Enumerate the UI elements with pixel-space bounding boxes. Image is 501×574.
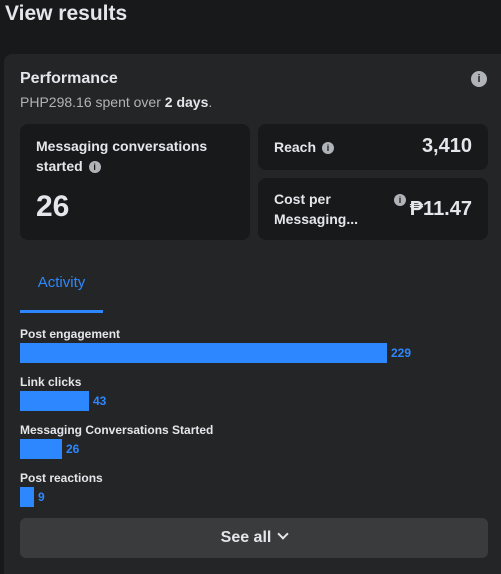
reach-card-value: 3,410	[421, 135, 472, 157]
activity-value: 26	[66, 442, 80, 456]
spent-amount: PHP298.16	[20, 94, 92, 110]
activity-value: 229	[391, 346, 412, 360]
info-icon[interactable]: i	[394, 194, 406, 206]
cost-card-label-line2: Messaging...	[274, 211, 359, 227]
reach-card-label: Reach i	[274, 137, 335, 157]
messaging-card-label-text: Messaging conversations started	[36, 138, 208, 174]
spend-summary: PHP298.16 spent over 2 days.	[20, 94, 212, 110]
page-title: View results	[5, 2, 128, 25]
reach-card-label-text: Reach	[274, 139, 317, 155]
performance-title: Performance	[20, 70, 118, 87]
activity-bar	[20, 487, 34, 507]
activity-label: Post engagement	[20, 327, 121, 341]
messaging-card-value: 26	[36, 190, 70, 223]
activity-label: Link clicks	[20, 375, 82, 389]
cost-card-label: Cost per Messaging...	[274, 189, 358, 229]
info-icon[interactable]: i	[471, 71, 487, 87]
spent-end-text: .	[208, 94, 213, 110]
reach-card: Reach i 3,410	[258, 124, 488, 170]
messaging-conversations-card: Messaging conversations started i 26	[20, 124, 250, 240]
activity-bar	[20, 391, 89, 411]
messaging-card-label: Messaging conversations started i	[36, 136, 236, 176]
performance-panel: Performance i PHP298.16 spent over 2 day…	[4, 54, 501, 574]
activity-value: 43	[93, 394, 107, 408]
activity-bar	[20, 343, 387, 363]
activity-label: Post reactions	[20, 471, 103, 485]
info-icon[interactable]: i	[322, 142, 335, 154]
cost-per-messaging-card: Cost per Messaging... i ₱11.47	[258, 178, 488, 240]
tab-activity[interactable]: Activity	[20, 259, 103, 313]
activity-value: 9	[38, 490, 45, 504]
cost-card-value: ₱11.47	[409, 198, 472, 220]
activity-bar	[20, 439, 62, 459]
cost-card-label-line1: Cost per	[274, 191, 331, 207]
spent-mid-text: spent over	[91, 94, 165, 110]
see-all-button[interactable]: See all	[20, 518, 488, 558]
info-icon[interactable]: i	[88, 161, 101, 173]
spent-days: 2 days	[164, 94, 209, 110]
see-all-label: See all	[220, 529, 272, 546]
chevron-down-icon	[277, 528, 290, 540]
activity-label: Messaging Conversations Started	[20, 423, 214, 437]
